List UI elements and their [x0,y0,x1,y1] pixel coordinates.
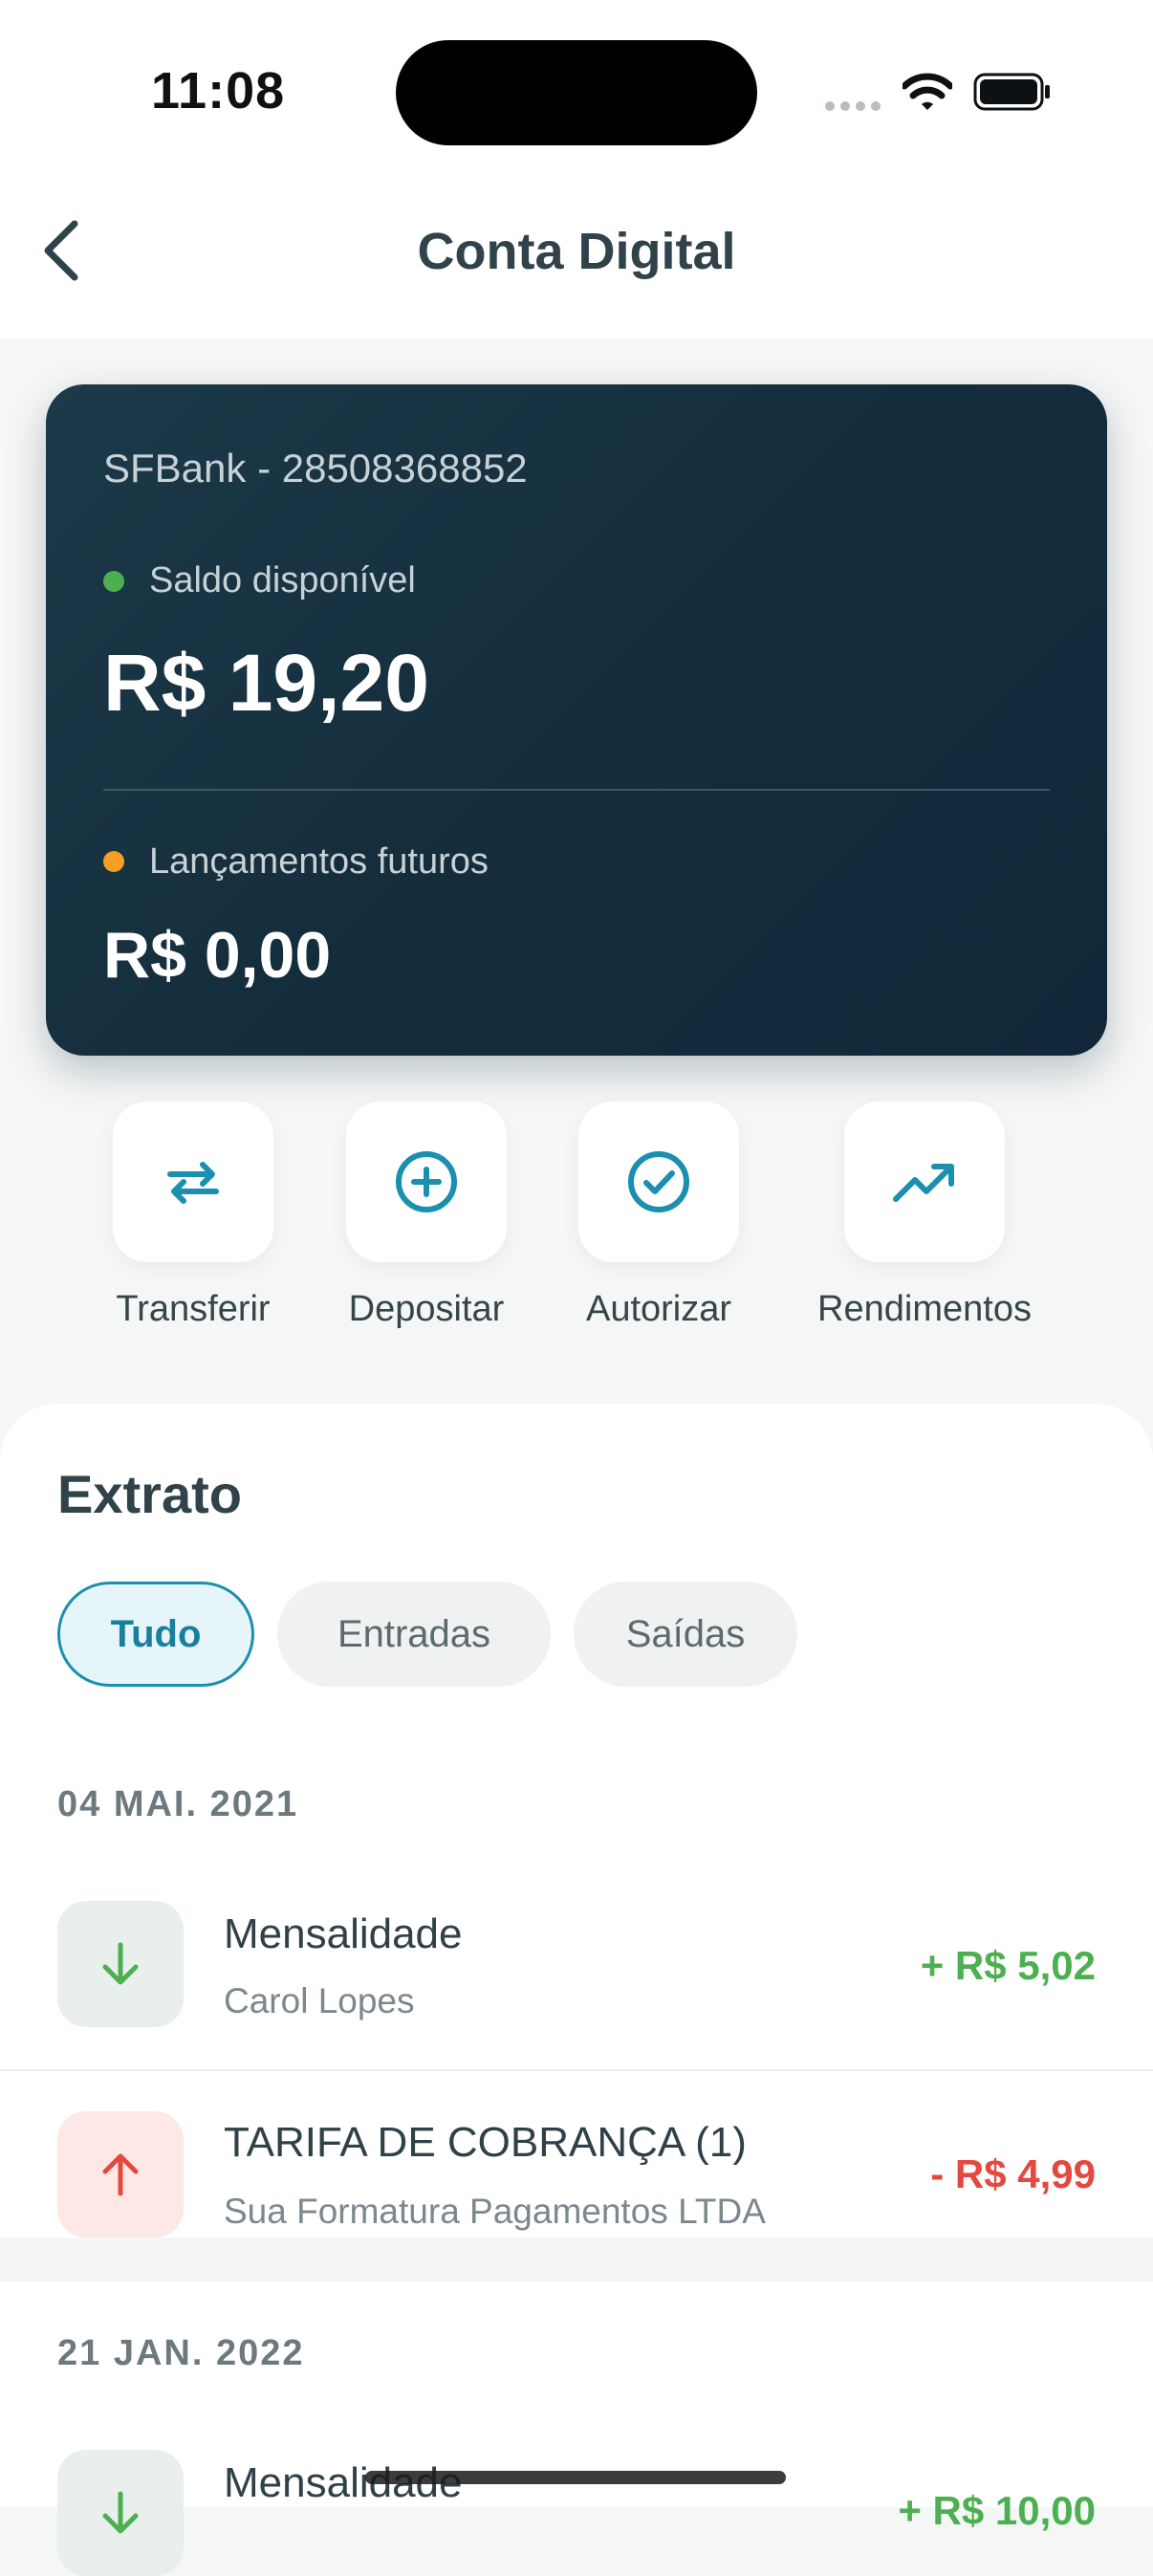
battery-icon [973,73,1050,111]
trending-up-icon [893,1164,954,1202]
check-circle-icon [628,1151,689,1212]
wifi-icon [903,73,952,110]
date-header: 21 JAN. 2022 [57,2333,305,2373]
transfer-arrows-icon [167,1162,219,1204]
page-title: Conta Digital [417,223,736,280]
dynamic-island [396,40,757,145]
plus-circle-icon [396,1151,457,1212]
transaction-subtitle: Sua Formatura Pagamentos LTDA [224,2192,766,2231]
authorize-label: Autorizar [585,1289,732,1329]
authorize-button[interactable] [578,1102,739,1262]
available-status-dot [103,571,124,592]
transfer-button[interactable] [113,1102,273,1262]
transaction-title: TARIFA DE COBRANÇA (1) [224,2119,747,2166]
arrow-down-icon [102,1942,139,1985]
transaction-title: Mensalidade [224,1910,463,1957]
cellular-signal-icon [825,101,881,111]
filter-chip-expenses[interactable]: Saídas [574,1582,797,1687]
future-entries-label: Lançamentos futuros [149,841,489,882]
arrow-up-icon [102,2153,139,2196]
arrow-down-icon [102,2491,139,2534]
transaction-amount: + R$ 5,02 [920,1943,1096,1988]
available-balance-value: R$ 19,20 [103,638,429,728]
home-indicator [365,2471,786,2484]
filter-chip-all[interactable]: Tudo [57,1582,254,1687]
transaction-subtitle: Carol Lopes [224,1981,415,2020]
future-status-dot [103,851,124,872]
statement-title: Extrato [57,1464,242,1524]
transaction-amount: + R$ 10,00 [898,2488,1096,2533]
account-label: SFBank - 28508368852 [103,446,528,491]
future-entries-value: R$ 0,00 [103,919,332,992]
available-balance-label: Saldo disponível [149,560,416,600]
earnings-button[interactable] [844,1102,1005,1262]
deposit-button[interactable] [346,1102,507,1262]
filter-chip-income[interactable]: Entradas [277,1582,551,1687]
expense-badge [57,2111,184,2238]
date-header: 04 MAI. 2021 [57,1784,299,1824]
earnings-label: Rendimentos [817,1289,1032,1329]
transaction-amount: - R$ 4,99 [930,2151,1096,2196]
income-badge [57,2450,184,2576]
income-badge [57,1901,184,2027]
card-divider [103,789,1050,791]
status-time: 11:08 [151,62,286,120]
